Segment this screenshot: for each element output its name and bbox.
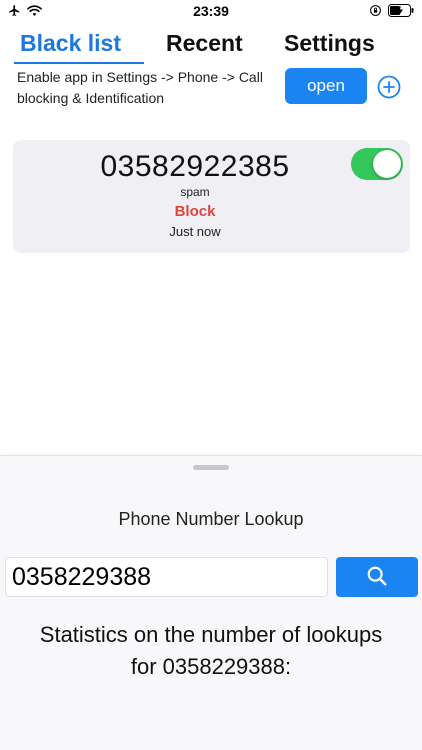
- search-button[interactable]: [336, 557, 418, 597]
- tab-settings[interactable]: Settings: [284, 30, 375, 57]
- open-settings-button[interactable]: open: [285, 68, 367, 104]
- blocked-phone-number: 03582922385: [100, 150, 290, 183]
- sheet-grabber[interactable]: [193, 465, 229, 470]
- entry-timestamp: Just now: [169, 224, 221, 239]
- blocked-number-card[interactable]: 03582922385 spam Block Just now: [13, 140, 410, 253]
- add-plus-icon[interactable]: [377, 75, 401, 99]
- tab-bar: Black list Recent Settings: [0, 26, 422, 66]
- lookup-number-input[interactable]: [5, 557, 328, 597]
- lookup-title: Phone Number Lookup: [118, 509, 304, 529]
- block-status: Block: [174, 203, 216, 220]
- lookup-sheet: Phone Number Lookup Statistics on the nu…: [0, 455, 422, 750]
- battery-charging-icon: [388, 4, 414, 22]
- enable-app-notice: Enable app in Settings -> Phone -> Call …: [17, 69, 263, 106]
- active-tab-indicator: [14, 62, 144, 64]
- number-tag: spam: [180, 185, 210, 199]
- search-icon: [366, 565, 388, 590]
- toggle-knob: [373, 150, 401, 178]
- status-bar: 23:39: [0, 0, 422, 24]
- block-toggle[interactable]: [351, 148, 403, 180]
- lookup-statistics-text: Statistics on the number of lookups for …: [39, 622, 383, 679]
- orientation-lock-icon: [369, 4, 382, 22]
- status-right: [369, 4, 414, 22]
- tab-recent[interactable]: Recent: [166, 30, 243, 57]
- tab-black-list[interactable]: Black list: [20, 30, 121, 57]
- status-time: 23:39: [193, 3, 229, 19]
